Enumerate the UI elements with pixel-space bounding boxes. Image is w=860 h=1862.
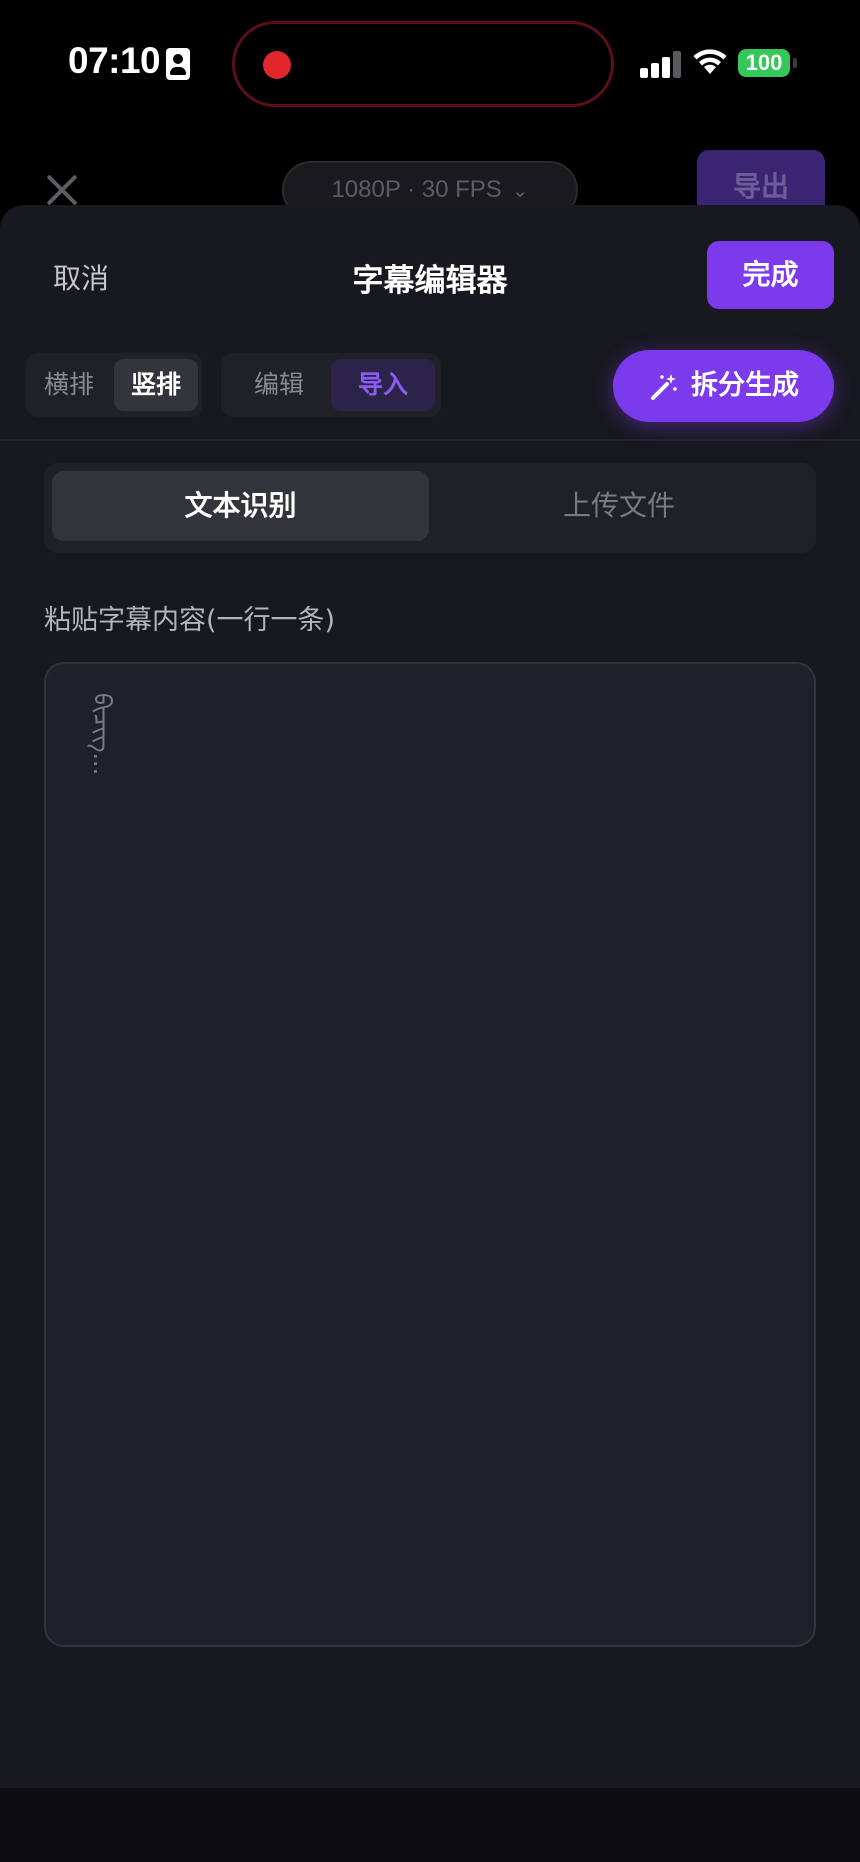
recording-indicator-icon — [263, 51, 291, 79]
orientation-horizontal[interactable]: 横排 — [30, 359, 108, 411]
tab-text-recognition[interactable]: 文本识别 — [52, 471, 429, 541]
subtitle-editor-sheet: 取消 字幕编辑器 完成 横排 竖排 编辑 导入 拆分生成 文本识别 上传文件 粘… — [0, 205, 860, 1788]
quality-label: 1080P · 30 FPS — [331, 176, 502, 203]
mode-import[interactable]: 导入 — [331, 359, 435, 411]
paste-label: 粘贴字幕内容(一行一条) — [44, 605, 336, 636]
battery-indicator: 100 — [738, 49, 790, 77]
done-button[interactable]: 完成 — [707, 241, 834, 309]
background-editor-bar: 1080P · 30 FPS ⌄ 导出 — [0, 128, 860, 224]
source-tabs: 文本识别 上传文件 — [44, 463, 816, 553]
textarea-placeholder: ᠪᠢᠴᠢᠭ᠌... — [88, 693, 116, 776]
battery-tip — [793, 58, 797, 68]
magic-wand-icon — [651, 374, 677, 400]
split-generate-button[interactable]: 拆分生成 — [613, 350, 834, 422]
wifi-icon — [693, 49, 727, 74]
contact-card-icon — [166, 48, 190, 80]
mode-toggle: 编辑 导入 — [221, 353, 441, 417]
close-icon[interactable] — [44, 172, 80, 208]
orientation-vertical[interactable]: 竖排 — [114, 359, 198, 411]
split-generate-label: 拆分生成 — [691, 370, 799, 401]
subtitle-content-input[interactable] — [44, 662, 816, 1647]
tab-upload-file[interactable]: 上传文件 — [430, 471, 808, 541]
dynamic-island — [232, 21, 614, 107]
status-bar: 07:10 100 — [0, 0, 860, 128]
section-divider — [0, 439, 860, 441]
mode-edit[interactable]: 编辑 — [227, 359, 331, 411]
status-time: 07:10 — [68, 40, 161, 81]
orientation-toggle: 横排 竖排 — [26, 353, 202, 417]
sheet-header: 取消 字幕编辑器 完成 — [0, 205, 860, 315]
home-indicator-area — [0, 1788, 860, 1862]
cellular-signal-icon — [640, 50, 681, 78]
